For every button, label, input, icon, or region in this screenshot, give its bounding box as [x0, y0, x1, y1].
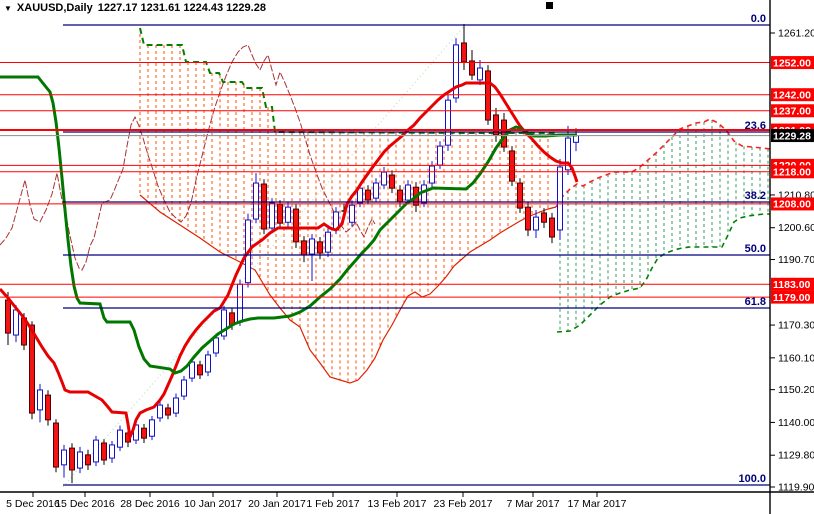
date-tick-label: 17 Mar 2017: [568, 498, 627, 510]
fib-label: 23.6: [745, 120, 766, 132]
candle-body[interactable]: [165, 407, 171, 416]
date-tick-label: 7 Mar 2017: [506, 498, 559, 510]
price-tick-label: 1160.10: [778, 352, 814, 364]
candle-body[interactable]: [509, 150, 515, 182]
price-tick-label: 1140.00: [778, 417, 814, 429]
chart-window: ▼ XAUUSD,Daily 1227.17 1231.61 1224.43 1…: [0, 0, 814, 514]
candle-body[interactable]: [109, 444, 115, 459]
candle-body[interactable]: [149, 419, 155, 437]
candle-body[interactable]: [189, 361, 195, 379]
candle-body[interactable]: [77, 451, 83, 469]
candle-body[interactable]: [285, 206, 291, 223]
candle-body[interactable]: [405, 184, 411, 201]
price-tick-label: 1129.80: [778, 450, 814, 462]
date-tick-label: 1 Feb 2017: [306, 498, 359, 510]
candle-body[interactable]: [117, 429, 123, 448]
candle-body[interactable]: [237, 283, 243, 323]
candle-body[interactable]: [13, 309, 19, 336]
candle-body[interactable]: [365, 189, 371, 201]
candle-body[interactable]: [101, 442, 107, 461]
candle-body[interactable]: [373, 182, 379, 199]
candle-body[interactable]: [573, 135, 579, 143]
chart-canvas[interactable]: 0.023.638.250.061.8100.01261.201210.8012…: [0, 0, 814, 514]
candle-body[interactable]: [29, 324, 35, 414]
date-tick-label: 15 Dec 2016: [55, 498, 115, 510]
candle-body[interactable]: [389, 174, 395, 189]
current-price-badge-label: 1229.28: [773, 130, 811, 142]
candle-body[interactable]: [429, 165, 435, 184]
candle-body[interactable]: [317, 241, 323, 254]
candle-body[interactable]: [269, 202, 275, 229]
candle-body[interactable]: [541, 212, 547, 223]
candle-body[interactable]: [5, 299, 11, 334]
date-tick-label: 10 Jan 2017: [184, 498, 242, 510]
fib-label: 61.8: [745, 296, 766, 308]
candle-body[interactable]: [469, 60, 475, 76]
candle-body[interactable]: [277, 203, 283, 224]
candle-body[interactable]: [181, 379, 187, 397]
date-tick-label: 5 Dec 2016: [6, 498, 60, 510]
candle-body[interactable]: [397, 189, 403, 203]
date-tick-label: 28 Dec 2016: [120, 498, 180, 510]
price-tick-label: 1119.90: [778, 482, 814, 494]
object-anchor-handle[interactable]: [546, 2, 553, 9]
fib-label: 100.0: [738, 473, 766, 485]
symbol-marker-icon[interactable]: ▼: [4, 4, 12, 13]
candle-body[interactable]: [309, 238, 315, 255]
candle-body[interactable]: [173, 397, 179, 414]
candle-body[interactable]: [477, 67, 483, 81]
symbol-timeframe-label: XAUUSD,Daily: [16, 2, 93, 14]
candle-body[interactable]: [557, 166, 563, 231]
candle-body[interactable]: [349, 204, 355, 223]
price-tick-label: 1170.30: [778, 320, 814, 332]
candle-body[interactable]: [325, 231, 331, 253]
date-tick-label: 20 Jan 2017: [248, 498, 306, 510]
candle-body[interactable]: [485, 70, 491, 121]
candle-body[interactable]: [253, 182, 259, 220]
candle-body[interactable]: [437, 145, 443, 166]
price-badge-label: 1237.00: [773, 106, 811, 118]
fib-label: 0.0: [751, 13, 766, 25]
candle-body[interactable]: [69, 447, 75, 471]
price-tick-label: 1261.20: [778, 28, 814, 40]
chart-title: ▼ XAUUSD,Daily 1227.17 1231.61 1224.43 1…: [4, 2, 266, 14]
price-badge-label: 1208.00: [773, 199, 811, 211]
candle-body[interactable]: [533, 216, 539, 231]
ohlc-values: 1227.17 1231.61 1224.43 1229.28: [97, 2, 266, 14]
candle-body[interactable]: [141, 427, 147, 439]
candle-body[interactable]: [301, 240, 307, 256]
candle-body[interactable]: [85, 454, 91, 466]
candle-body[interactable]: [213, 337, 219, 354]
candle-body[interactable]: [61, 449, 67, 466]
candle-body[interactable]: [525, 206, 531, 231]
candle-body[interactable]: [205, 354, 211, 373]
price-tick-label: 1200.60: [778, 222, 814, 234]
candle-body[interactable]: [421, 184, 427, 204]
candle-body[interactable]: [381, 171, 387, 186]
price-badge-label: 1183.00: [773, 279, 811, 291]
candle-body[interactable]: [157, 404, 163, 419]
price-badge-label: 1179.00: [773, 292, 811, 304]
price-tick-label: 1150.20: [778, 384, 814, 396]
price-badge-label: 1252.00: [773, 57, 811, 69]
date-tick-label: 13 Feb 2017: [368, 498, 427, 510]
price-badge-label: 1242.00: [773, 89, 811, 101]
candle-body[interactable]: [261, 183, 267, 230]
price-badge-label: 1218.00: [773, 167, 811, 179]
candle-body[interactable]: [549, 217, 555, 238]
date-tick-label: 23 Feb 2017: [434, 498, 493, 510]
fib-label: 38.2: [745, 190, 766, 202]
candle-body[interactable]: [293, 208, 299, 243]
candle-body[interactable]: [53, 422, 59, 468]
candle-body[interactable]: [45, 394, 51, 421]
fib-label: 50.0: [745, 243, 766, 255]
candle-body[interactable]: [461, 42, 467, 63]
candle-body[interactable]: [197, 364, 203, 376]
candle-body[interactable]: [93, 439, 99, 463]
candle-body[interactable]: [37, 389, 43, 411]
candle-body[interactable]: [445, 99, 451, 146]
price-tick-label: 1190.70: [778, 254, 814, 266]
